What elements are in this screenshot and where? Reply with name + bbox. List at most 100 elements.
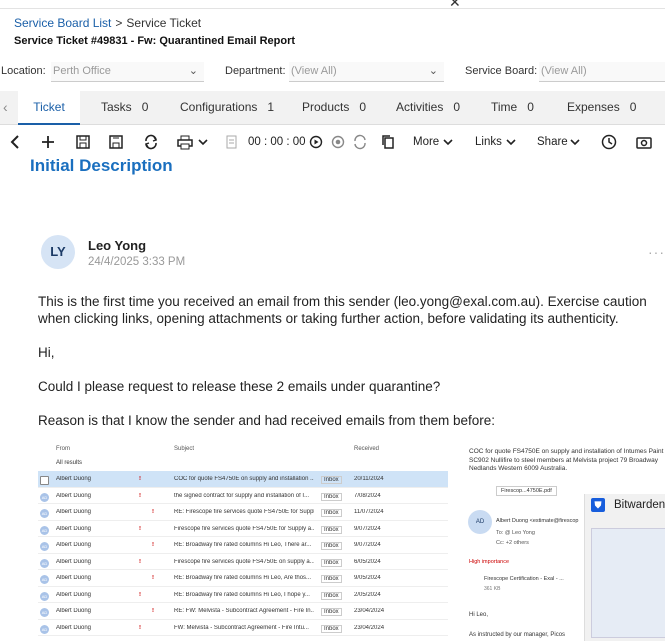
tab-label: Tasks [101,100,132,114]
tab-label: Time [491,100,518,114]
back-icon[interactable] [9,134,21,150]
breadcrumb: Service Board List > Service Ticket [14,16,201,30]
table-row: Albert Duong ! COC for quote FS4750E on … [38,471,448,488]
table-row: AD Albert Duong ! RE: Broadway fire rate… [38,570,448,587]
location-label: Location: [1,65,46,77]
tab-label: Expenses [567,100,620,114]
preview-file-name[interactable]: Firescope Certification - Exal - ... [484,576,564,582]
location-select[interactable]: Perth Office ⌄ [51,62,204,82]
preview-body: As instructed by our manager, Picos [469,632,566,638]
request-text: Could I please request to release these … [38,379,441,394]
table-row: AD Albert Duong ! RE: FW: Melvista - Sub… [38,603,448,620]
preview-cc: Cc: +2 others [496,540,529,546]
tab-expenses[interactable]: Expenses 0 [567,91,636,125]
tab-label: Products [302,100,350,114]
breadcrumb-parent-link[interactable]: Service Board List [14,16,111,30]
tab-ticket[interactable]: Ticket [18,91,80,125]
department-label: Department: [225,65,286,77]
chevron-down-icon: ⌄ [428,65,438,77]
chevron-down-icon: ⌄ [188,65,198,77]
bitwarden-label: Bitwarden [614,499,665,511]
tab-count: 0 [629,100,637,114]
column-header-received: Received [354,446,380,452]
save-and-close-icon[interactable] [108,134,124,150]
department-value: (View All) [291,65,337,77]
tab-label: Configurations [180,100,258,114]
avatar: LY [41,235,75,269]
tab-products[interactable]: Products 0 [302,91,366,125]
tab-count: 0 [453,100,461,114]
scroll-left-icon[interactable]: ‹ [3,99,8,115]
column-header-subject: Subject [174,446,195,452]
post-author: Leo Yong [88,238,147,253]
section-title: Initial Description [30,156,173,175]
tab-time[interactable]: Time 0 [491,91,534,125]
email-list-screenshot: From Subject Received All results Albert… [38,444,448,641]
tab-tasks[interactable]: Tasks 0 [101,91,148,125]
table-row: AD Albert Duong ! RE: Broadway fire rate… [38,537,448,554]
copy-icon[interactable] [381,134,395,150]
group-label: All results [56,460,83,466]
chevron-down-icon[interactable] [442,134,454,150]
preview-to: To: @ Leo Yong [496,530,535,536]
table-row: AD Albert Duong ! RE: Firescope fire ser… [38,504,448,521]
camera-icon[interactable] [636,134,652,150]
stop-icon[interactable] [331,134,345,150]
clock-icon[interactable] [601,134,617,150]
filter-bar: Location: Perth Office ⌄ Department: (Vi… [0,62,665,82]
tab-count: 0 [527,100,534,114]
tab-count: 1 [267,100,275,114]
refresh-icon[interactable] [143,134,159,150]
avatar: AD [468,510,492,534]
column-header-from: From [56,446,70,452]
table-row: AD Albert Duong ! Firescope fire service… [38,554,448,570]
timer-display: 00 : 00 : 00 [248,136,306,148]
preview-greeting: Hi Leo, [469,612,489,618]
breadcrumb-current: Service Ticket [126,16,202,30]
table-row: AD Albert Duong ! RE: Broadway fire rate… [38,587,448,603]
greeting-text: Hi, [38,345,55,360]
warning-line: This is the first time you received an e… [38,294,647,309]
tab-activities[interactable]: Activities 0 [396,91,460,125]
department-select[interactable]: (View All) ⌄ [289,62,444,82]
table-row: AD Albert Duong ! the signed contract fo… [38,488,448,504]
save-icon[interactable] [75,134,91,150]
close-icon[interactable]: ✕ [449,0,461,11]
divider [0,8,665,9]
bitwarden-shield-icon: ⛊ [591,498,605,512]
service-board-value: (View All) [541,65,587,77]
location-value: Perth Office [53,65,111,77]
warning-line: when clicking links, opening attachments… [38,311,619,326]
preview-file-size: 361 KB [484,586,501,592]
more-options-icon[interactable]: ··· [648,244,665,260]
breadcrumb-separator: > [115,16,123,30]
print-icon[interactable] [176,134,194,150]
reset-timer-icon[interactable] [353,134,367,150]
chevron-down-icon[interactable] [197,134,209,150]
high-importance-label: High importance [469,559,510,565]
preview-subject: COC for quote FS4750E on supply and inst… [469,448,664,472]
tab-bar: ‹ Ticket Tasks 0 Configurations 1 Produc… [0,91,665,125]
more-menu[interactable]: More [413,136,439,148]
add-icon[interactable] [40,134,56,150]
timesheet-icon[interactable] [226,134,238,150]
service-board-label: Service Board: [465,65,538,77]
attachment-chip[interactable]: Firescop...4750E.pdf [496,486,557,496]
share-menu[interactable]: Share [537,136,568,148]
chevron-down-icon[interactable] [505,134,517,150]
links-menu[interactable]: Links [475,136,502,148]
play-icon[interactable] [309,134,323,150]
toolbar: 00 : 00 : 00 More Links Share [0,130,665,156]
tab-label: Ticket [33,100,65,114]
bitwarden-panel: ⛊ Bitwarden [584,494,665,641]
table-row: AD Albert Duong ! Firescope fire service… [38,521,448,537]
tab-configurations[interactable]: Configurations 1 [180,91,274,125]
bitwarden-thumbnail [591,528,665,638]
page-title: Service Ticket #49831 - Fw: Quarantined … [14,35,296,47]
tab-label: Activities [396,100,444,114]
chevron-down-icon[interactable] [569,134,581,150]
table-row: AD Albert Duong ! FW: Melvista - Subcont… [38,620,448,636]
reason-text: Reason is that I know the sender and had… [38,413,495,428]
tab-count: 0 [141,100,149,114]
service-board-select[interactable]: (View All) [539,62,665,82]
